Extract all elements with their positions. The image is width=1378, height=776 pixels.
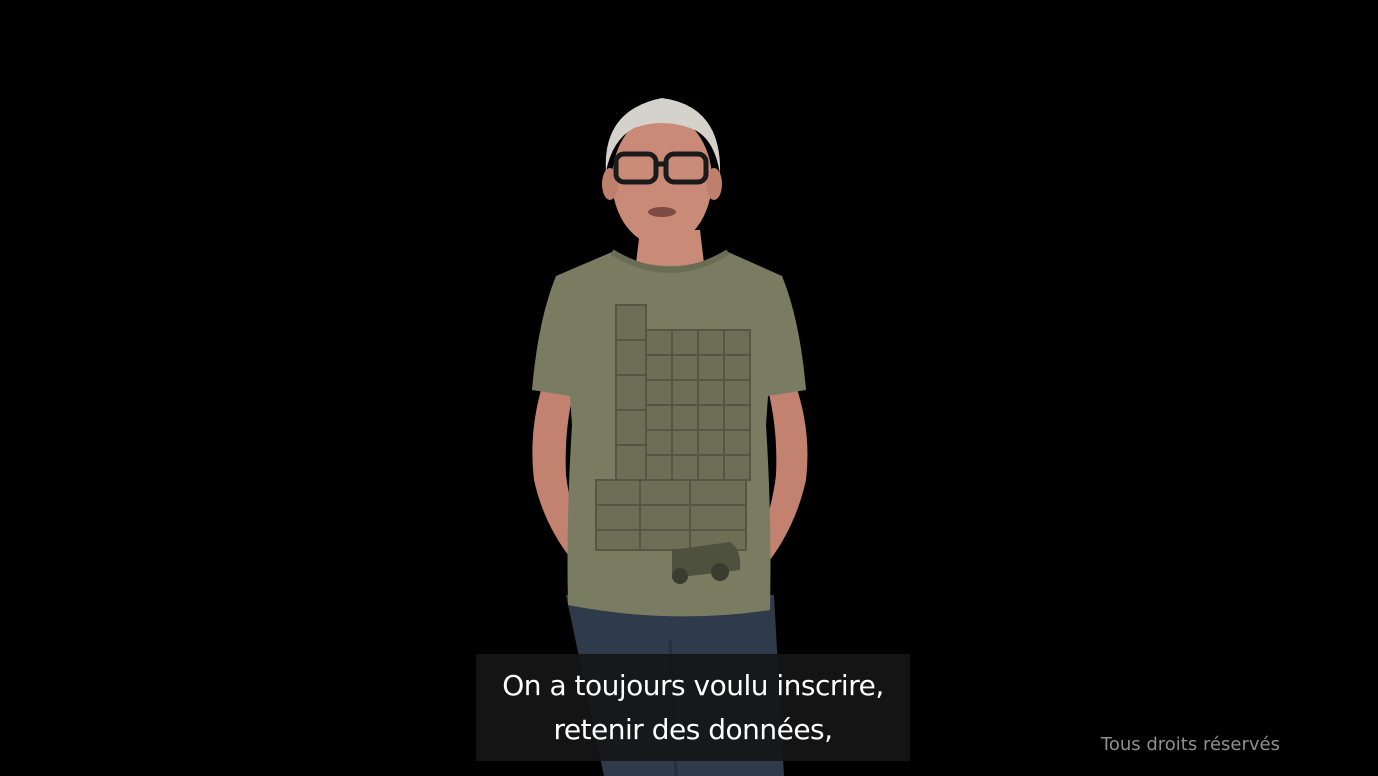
shirt-print-building — [595, 304, 751, 551]
video-frame: On a toujours voulu inscrire, retenir de… — [0, 0, 1378, 776]
subtitle-line: retenir des données, — [553, 712, 833, 746]
subtitle-line: On a toujours voulu inscrire, — [502, 668, 884, 702]
copyright-notice: Tous droits réservés — [1100, 734, 1280, 755]
subtitle-box: On a toujours voulu inscrire, retenir de… — [476, 654, 910, 761]
